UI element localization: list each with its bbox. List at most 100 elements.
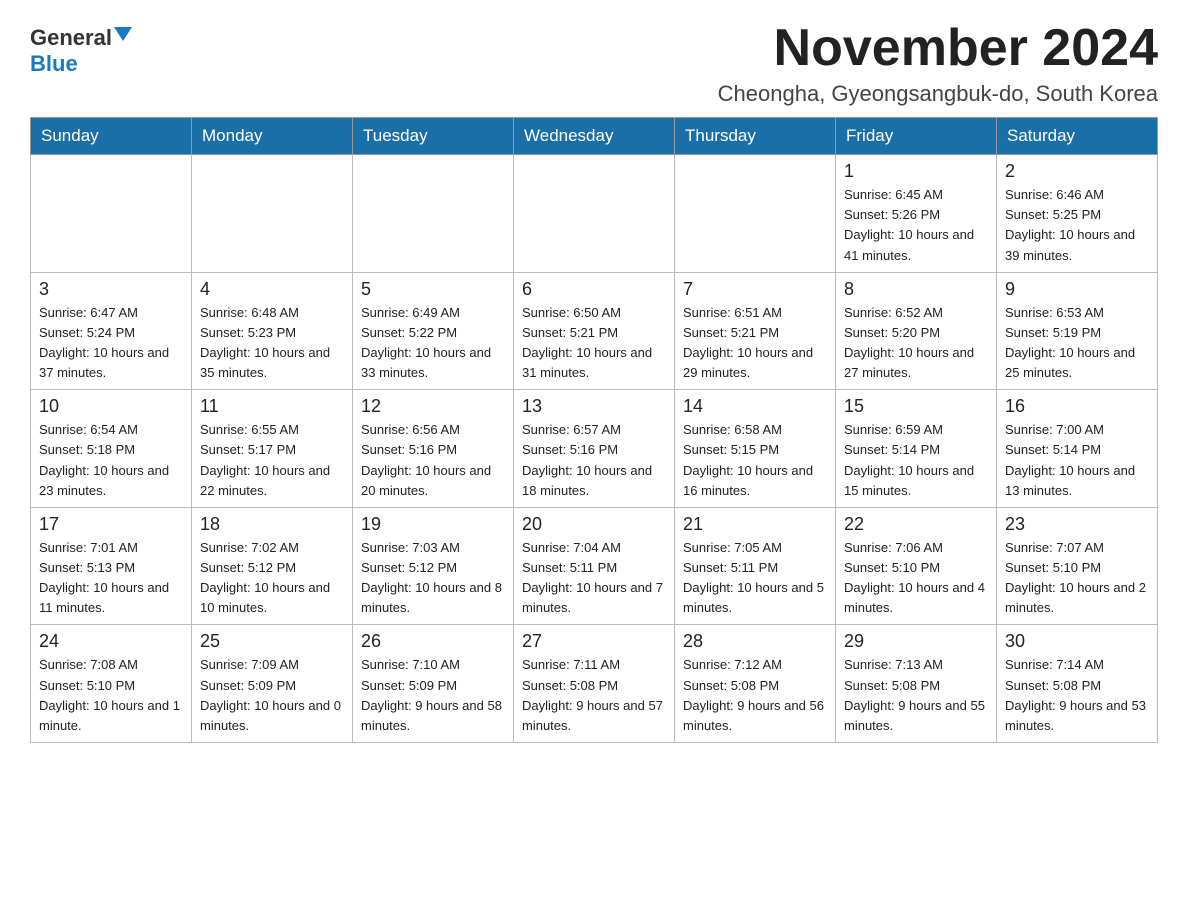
day-cell: 5 Sunrise: 6:49 AM Sunset: 5:22 PM Daylig… [353, 272, 514, 390]
day-cell: 4 Sunrise: 6:48 AM Sunset: 5:23 PM Daylig… [192, 272, 353, 390]
day-info: Sunrise: 6:48 AM Sunset: 5:23 PM Dayligh… [200, 303, 344, 384]
calendar-header: SundayMondayTuesdayWednesdayThursdayFrid… [31, 118, 1158, 155]
day-cell: 19Sunrise: 7:03 AM Sunset: 5:12 PM Dayli… [353, 507, 514, 625]
day-info: Sunrise: 6:58 AM Sunset: 5:15 PM Dayligh… [683, 420, 827, 501]
day-info: Sunrise: 7:02 AM Sunset: 5:12 PM Dayligh… [200, 538, 344, 619]
day-number: 29 [844, 631, 988, 652]
day-cell: 13Sunrise: 6:57 AM Sunset: 5:16 PM Dayli… [514, 390, 675, 508]
day-cell: 8Sunrise: 6:52 AM Sunset: 5:20 PM Daylig… [836, 272, 997, 390]
day-cell: 18 Sunrise: 7:02 AM Sunset: 5:12 PM Dayli… [192, 507, 353, 625]
logo-general-text: General [30, 25, 112, 51]
day-cell: 21 Sunrise: 7:05 AM Sunset: 5:11 PM Dayli… [675, 507, 836, 625]
day-number: 3 [39, 279, 183, 300]
day-cell: 29 Sunrise: 7:13 AM Sunset: 5:08 PM Dayli… [836, 625, 997, 743]
day-cell: 1 Sunrise: 6:45 AM Sunset: 5:26 PM Daylig… [836, 155, 997, 273]
day-number: 14 [683, 396, 827, 417]
day-info: Sunrise: 7:11 AM Sunset: 5:08 PM Dayligh… [522, 655, 666, 736]
week-row-5: 24 Sunrise: 7:08 AM Sunset: 5:10 PM Dayli… [31, 625, 1158, 743]
day-info: Sunrise: 6:47 AM Sunset: 5:24 PM Dayligh… [39, 303, 183, 384]
day-cell: 9Sunrise: 6:53 AM Sunset: 5:19 PM Daylig… [997, 272, 1158, 390]
day-info: Sunrise: 7:06 AM Sunset: 5:10 PM Dayligh… [844, 538, 988, 619]
header: General Blue November 2024 Cheongha, Gye… [30, 20, 1158, 107]
day-cell: 17Sunrise: 7:01 AM Sunset: 5:13 PM Dayli… [31, 507, 192, 625]
day-cell: 28Sunrise: 7:12 AM Sunset: 5:08 PM Dayli… [675, 625, 836, 743]
day-number: 4 [200, 279, 344, 300]
header-cell-sunday: Sunday [31, 118, 192, 155]
header-cell-saturday: Saturday [997, 118, 1158, 155]
day-info: Sunrise: 7:08 AM Sunset: 5:10 PM Dayligh… [39, 655, 183, 736]
day-number: 25 [200, 631, 344, 652]
day-info: Sunrise: 6:46 AM Sunset: 5:25 PM Dayligh… [1005, 185, 1149, 266]
day-number: 10 [39, 396, 183, 417]
logo: General Blue [30, 20, 132, 77]
day-info: Sunrise: 7:05 AM Sunset: 5:11 PM Dayligh… [683, 538, 827, 619]
day-cell: 27 Sunrise: 7:11 AM Sunset: 5:08 PM Dayli… [514, 625, 675, 743]
day-cell: 23 Sunrise: 7:07 AM Sunset: 5:10 PM Dayli… [997, 507, 1158, 625]
day-cell: 14 Sunrise: 6:58 AM Sunset: 5:15 PM Dayli… [675, 390, 836, 508]
day-cell [192, 155, 353, 273]
day-info: Sunrise: 7:03 AM Sunset: 5:12 PM Dayligh… [361, 538, 505, 619]
day-cell: 10 Sunrise: 6:54 AM Sunset: 5:18 PM Dayli… [31, 390, 192, 508]
day-number: 6 [522, 279, 666, 300]
day-number: 15 [844, 396, 988, 417]
day-cell [514, 155, 675, 273]
day-info: Sunrise: 6:52 AM Sunset: 5:20 PM Dayligh… [844, 303, 988, 384]
calendar-table: SundayMondayTuesdayWednesdayThursdayFrid… [30, 117, 1158, 743]
location-subtitle: Cheongha, Gyeongsangbuk-do, South Korea [718, 81, 1158, 107]
day-info: Sunrise: 6:57 AM Sunset: 5:16 PM Dayligh… [522, 420, 666, 501]
day-number: 12 [361, 396, 505, 417]
day-info: Sunrise: 7:07 AM Sunset: 5:10 PM Dayligh… [1005, 538, 1149, 619]
day-number: 23 [1005, 514, 1149, 535]
day-number: 20 [522, 514, 666, 535]
day-number: 11 [200, 396, 344, 417]
day-info: Sunrise: 7:12 AM Sunset: 5:08 PM Dayligh… [683, 655, 827, 736]
day-number: 16 [1005, 396, 1149, 417]
header-row: SundayMondayTuesdayWednesdayThursdayFrid… [31, 118, 1158, 155]
day-number: 5 [361, 279, 505, 300]
header-cell-monday: Monday [192, 118, 353, 155]
day-info: Sunrise: 6:51 AM Sunset: 5:21 PM Dayligh… [683, 303, 827, 384]
week-row-4: 17Sunrise: 7:01 AM Sunset: 5:13 PM Dayli… [31, 507, 1158, 625]
day-info: Sunrise: 7:10 AM Sunset: 5:09 PM Dayligh… [361, 655, 505, 736]
day-info: Sunrise: 7:01 AM Sunset: 5:13 PM Dayligh… [39, 538, 183, 619]
day-info: Sunrise: 7:00 AM Sunset: 5:14 PM Dayligh… [1005, 420, 1149, 501]
day-cell: 11 Sunrise: 6:55 AM Sunset: 5:17 PM Dayli… [192, 390, 353, 508]
day-number: 24 [39, 631, 183, 652]
day-info: Sunrise: 6:50 AM Sunset: 5:21 PM Dayligh… [522, 303, 666, 384]
day-info: Sunrise: 6:55 AM Sunset: 5:17 PM Dayligh… [200, 420, 344, 501]
day-cell: 3 Sunrise: 6:47 AM Sunset: 5:24 PM Daylig… [31, 272, 192, 390]
day-info: Sunrise: 6:45 AM Sunset: 5:26 PM Dayligh… [844, 185, 988, 266]
calendar-body: 1 Sunrise: 6:45 AM Sunset: 5:26 PM Daylig… [31, 155, 1158, 743]
day-cell: 6 Sunrise: 6:50 AM Sunset: 5:21 PM Daylig… [514, 272, 675, 390]
day-cell: 7 Sunrise: 6:51 AM Sunset: 5:21 PM Daylig… [675, 272, 836, 390]
day-number: 27 [522, 631, 666, 652]
day-cell [31, 155, 192, 273]
day-info: Sunrise: 7:14 AM Sunset: 5:08 PM Dayligh… [1005, 655, 1149, 736]
day-cell: 24 Sunrise: 7:08 AM Sunset: 5:10 PM Dayli… [31, 625, 192, 743]
header-cell-wednesday: Wednesday [514, 118, 675, 155]
header-cell-tuesday: Tuesday [353, 118, 514, 155]
day-cell [675, 155, 836, 273]
day-number: 18 [200, 514, 344, 535]
day-number: 2 [1005, 161, 1149, 182]
day-cell: 25Sunrise: 7:09 AM Sunset: 5:09 PM Dayli… [192, 625, 353, 743]
day-info: Sunrise: 6:54 AM Sunset: 5:18 PM Dayligh… [39, 420, 183, 501]
week-row-1: 1 Sunrise: 6:45 AM Sunset: 5:26 PM Daylig… [31, 155, 1158, 273]
day-number: 21 [683, 514, 827, 535]
day-number: 1 [844, 161, 988, 182]
day-number: 22 [844, 514, 988, 535]
day-info: Sunrise: 6:53 AM Sunset: 5:19 PM Dayligh… [1005, 303, 1149, 384]
day-info: Sunrise: 7:13 AM Sunset: 5:08 PM Dayligh… [844, 655, 988, 736]
logo-triangle-icon [114, 27, 132, 41]
day-info: Sunrise: 7:04 AM Sunset: 5:11 PM Dayligh… [522, 538, 666, 619]
day-cell: 20 Sunrise: 7:04 AM Sunset: 5:11 PM Dayli… [514, 507, 675, 625]
header-cell-friday: Friday [836, 118, 997, 155]
day-cell: 2 Sunrise: 6:46 AM Sunset: 5:25 PM Daylig… [997, 155, 1158, 273]
day-cell: 22 Sunrise: 7:06 AM Sunset: 5:10 PM Dayli… [836, 507, 997, 625]
day-cell: 15 Sunrise: 6:59 AM Sunset: 5:14 PM Dayli… [836, 390, 997, 508]
header-cell-thursday: Thursday [675, 118, 836, 155]
day-number: 30 [1005, 631, 1149, 652]
day-info: Sunrise: 6:59 AM Sunset: 5:14 PM Dayligh… [844, 420, 988, 501]
day-info: Sunrise: 6:49 AM Sunset: 5:22 PM Dayligh… [361, 303, 505, 384]
day-number: 7 [683, 279, 827, 300]
